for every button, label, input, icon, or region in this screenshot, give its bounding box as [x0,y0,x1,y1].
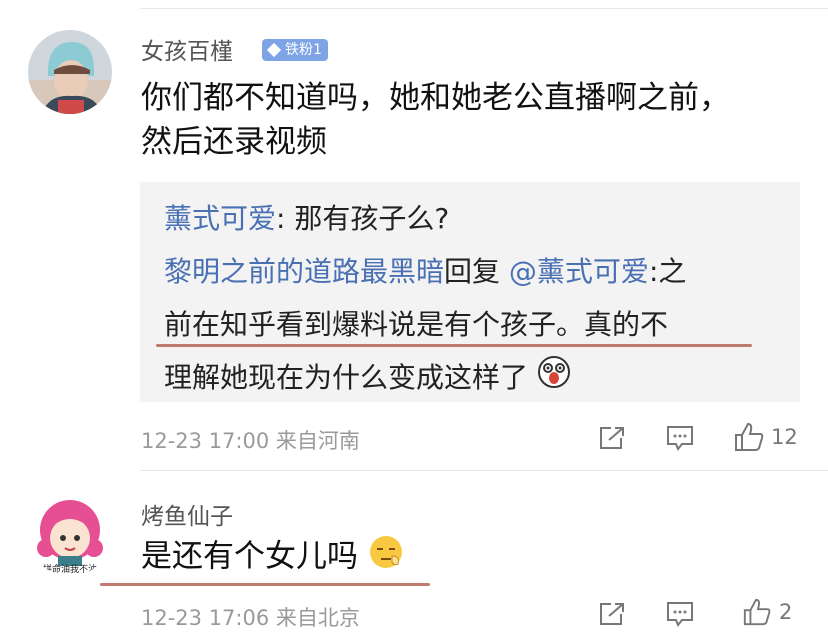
comment-username[interactable]: 烤鱼仙子 [141,497,233,531]
thumbs-up-icon [743,598,771,626]
comment-username[interactable]: 女孩百槿 [141,32,233,66]
reply-item: 薰式可爱: 那有孩子么? [164,192,780,245]
comment-icon [667,602,693,627]
reply-username[interactable]: 薰式可爱 [164,202,276,235]
thumbs-up-icon [735,422,764,451]
comment-meta: 12-23 17:00 来自河南 [141,429,360,453]
comment-text-line: 然后还录视频 [141,124,327,160]
fan-badge-label: 铁粉1 [285,42,322,58]
share-icon [600,427,624,449]
fan-badge[interactable]: 铁粉1 [262,39,328,61]
reply-item: 黎明之前的道路最黑暗回复 @薰式可爱:之 前在知乎看到爆料说是有个孩子。真的不 … [164,245,780,406]
reply-box[interactable]: 薰式可爱: 那有孩子么? 黎明之前的道路最黑暗回复 @薰式可爱:之 前在知乎看到… [140,182,800,402]
like-button[interactable]: 2 [741,597,792,627]
highlight-underline [100,583,430,586]
share-button[interactable] [597,600,627,628]
reply-username[interactable]: 黎明之前的道路最黑暗 [164,255,444,288]
sleepy-emoji-icon [368,534,404,582]
share-icon [600,603,624,625]
avatar-caption: 拼命油我不油 [42,565,97,575]
comment-button[interactable] [665,600,695,628]
reply-text: :之 [648,255,687,288]
like-count: 12 [771,425,798,449]
shocked-emoji-icon [537,353,571,406]
avatar[interactable] [28,30,112,114]
comment-icon [667,426,693,451]
comment-divider [140,470,828,471]
highlight-underline [156,344,752,347]
diamond-icon [266,42,282,58]
comment-text-line: 是还有个女儿吗 [141,538,358,575]
like-button[interactable]: 12 [733,421,798,453]
reply-mention[interactable]: @薰式可爱 [509,255,649,288]
like-count: 2 [779,600,793,624]
comment-button[interactable] [665,424,695,452]
reply-text: : 那有孩子么? [276,202,450,235]
reply-text-line: 理解她现在为什么变成这样了 [164,361,529,394]
reply-mid: 回复 [444,255,509,288]
comment-text-line: 你们都不知道吗，她和她老公直播啊之前， [141,80,730,116]
comment-text: 你们都不知道吗，她和她老公直播啊之前， 然后还录视频 [141,76,811,164]
avatar[interactable]: 拼命油我不油 [28,492,112,576]
comment-text: 是还有个女儿吗 [141,534,404,582]
top-divider [140,8,828,9]
share-button[interactable] [597,424,627,452]
